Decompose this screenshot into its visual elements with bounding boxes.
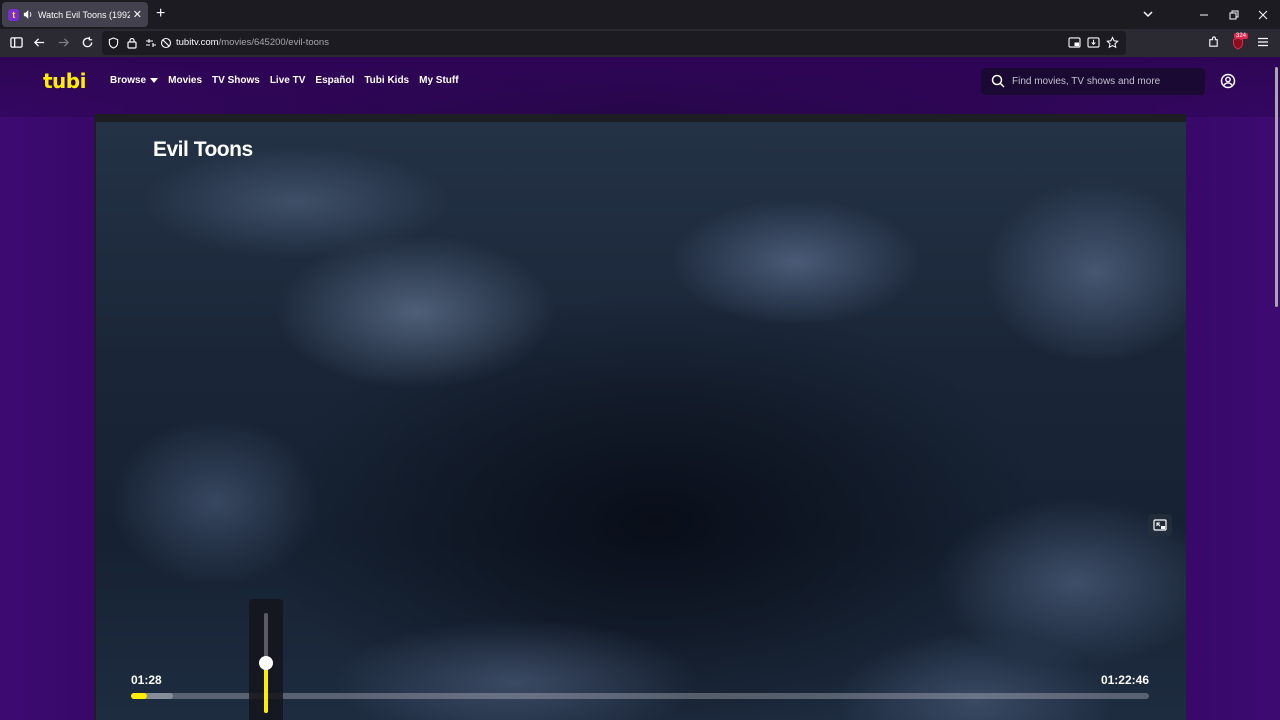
url-path: /movies/645200/evil-toons [218, 37, 329, 48]
site-header: tubi Browse Movies TV Shows Live TV Espa… [0, 57, 1280, 105]
browse-caret-icon [150, 78, 159, 83]
url-text[interactable]: tubitv.com/movies/645200/evil-toons [176, 37, 329, 48]
remaining-time: 01:22:46 [1100, 673, 1149, 687]
url-bar[interactable]: tubitv.com/movies/645200/evil-toons [102, 31, 1126, 55]
pip-button[interactable] [1148, 514, 1172, 536]
progress-bar[interactable] [131, 693, 1149, 699]
browser-tab-bar: t Watch Evil Toons (1992) - Free Movies … [0, 0, 1280, 29]
nav-espanol[interactable]: Español [315, 75, 354, 86]
search-input[interactable] [1012, 68, 1197, 95]
permissions-icon[interactable] [145, 38, 157, 48]
nav-tubi-kids[interactable]: Tubi Kids [364, 75, 409, 86]
video-player[interactable]: Evil Toons 01:28 01:22:46 30 30 [94, 114, 1186, 720]
search-icon [991, 74, 1005, 88]
tab-list-chevron-icon[interactable] [1142, 9, 1154, 19]
nav-browse-label: Browse [110, 75, 147, 86]
picture-in-picture-icon [1153, 519, 1167, 531]
browser-toolbar: tubitv.com/movies/645200/evil-toons 324 [0, 29, 1280, 57]
progress-played [131, 693, 147, 699]
back-icon[interactable] [33, 36, 46, 49]
picture-in-picture-icon[interactable] [1068, 37, 1081, 48]
menu-icon[interactable] [1257, 36, 1269, 48]
bookmark-star-icon[interactable] [1106, 36, 1119, 49]
video-title: Evil Toons [153, 138, 253, 161]
url-domain: tubitv.com [176, 37, 219, 48]
tracking-blocked-icon[interactable] [160, 37, 172, 49]
new-tab-icon[interactable]: + [156, 6, 165, 22]
nav-browse[interactable]: Browse [110, 75, 159, 86]
tab-close-icon[interactable]: ✕ [133, 8, 142, 21]
extensions-icon[interactable] [1207, 36, 1220, 49]
tab-audio-icon[interactable] [23, 9, 34, 20]
elapsed-time: 01:28 [131, 673, 162, 687]
search-box[interactable] [981, 68, 1205, 95]
volume-level [264, 663, 268, 713]
tubi-favicon-icon: t [8, 8, 20, 21]
forward-icon[interactable] [57, 36, 70, 49]
shield-icon[interactable] [108, 37, 119, 49]
sidebar-icon[interactable] [10, 36, 23, 49]
minimize-icon[interactable] [1199, 10, 1209, 20]
restore-icon[interactable] [1229, 10, 1239, 20]
lock-icon[interactable] [127, 37, 137, 49]
nav-movies[interactable]: Movies [168, 75, 202, 86]
account-icon[interactable] [1220, 73, 1236, 89]
reader-mode-icon[interactable] [1087, 37, 1100, 48]
nav-live-tv[interactable]: Live TV [270, 75, 306, 86]
volume-popup [249, 599, 283, 720]
extension-badge: 324 [1234, 33, 1249, 39]
close-window-icon[interactable] [1258, 10, 1268, 20]
nav-tv-shows[interactable]: TV Shows [212, 75, 260, 86]
volume-slider[interactable] [259, 613, 273, 713]
reload-icon[interactable] [81, 36, 94, 49]
browser-tab[interactable]: t Watch Evil Toons (1992) - Free Movies … [2, 2, 148, 27]
tubi-page: tubi Browse Movies TV Shows Live TV Espa… [0, 57, 1280, 720]
volume-knob[interactable] [259, 656, 273, 670]
nav-my-stuff[interactable]: My Stuff [419, 75, 458, 86]
tab-title: Watch Evil Toons (1992) - Free Movies | … [37, 9, 130, 20]
tubi-logo[interactable]: tubi [43, 69, 86, 93]
main-nav: Browse Movies TV Shows Live TV Español T… [110, 75, 469, 86]
